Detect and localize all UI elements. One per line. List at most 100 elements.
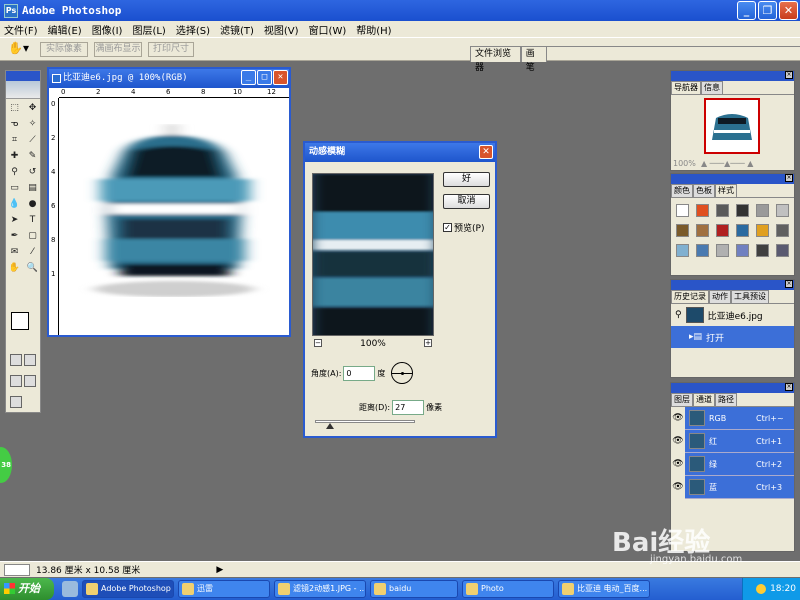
eye-icon[interactable]: 👁 <box>671 452 685 476</box>
doc-close-button[interactable]: ✕ <box>273 70 288 85</box>
palette-header[interactable]: × <box>671 71 794 81</box>
style-swatch[interactable] <box>696 204 709 217</box>
lasso-tool-icon[interactable]: ᓀ <box>7 117 22 132</box>
distance-slider-handle[interactable] <box>326 423 334 429</box>
pen-tool-icon[interactable]: ✒ <box>7 229 22 244</box>
ok-button[interactable]: 好 <box>443 172 490 187</box>
standard-mode-icon[interactable] <box>10 354 22 366</box>
actual-pixels-button[interactable]: 实际像素 <box>40 42 88 57</box>
navigator-zoom-slider[interactable]: ▲ ───▲─── ▲ <box>698 159 753 168</box>
slice-tool-icon[interactable]: ⟋ <box>25 133 40 148</box>
filter-preview[interactable] <box>312 173 434 336</box>
dialog-title-bar[interactable]: 动感模糊 ✕ <box>305 143 495 162</box>
tab-navigator[interactable]: 导航器 <box>671 81 701 94</box>
palette-close-icon[interactable]: × <box>785 174 793 182</box>
fit-on-screen-button[interactable]: 满画布显示 <box>94 42 142 57</box>
eraser-tool-icon[interactable]: ▭ <box>7 181 22 196</box>
style-swatch[interactable] <box>736 204 749 217</box>
tab-styles[interactable]: 样式 <box>715 184 737 197</box>
distance-input[interactable]: 27 <box>392 400 425 415</box>
palette-close-icon[interactable]: × <box>785 383 793 391</box>
zoom-in-button[interactable]: + <box>424 339 432 347</box>
style-swatch[interactable] <box>756 204 769 217</box>
tab-info[interactable]: 信息 <box>701 81 723 94</box>
menu-view[interactable]: 视图(V) <box>264 22 299 37</box>
cancel-button[interactable]: 取消 <box>443 194 490 209</box>
shape-tool-icon[interactable]: ▢ <box>25 229 40 244</box>
style-swatch[interactable] <box>716 244 729 257</box>
menu-help[interactable]: 帮助(H) <box>356 22 391 37</box>
print-size-button[interactable]: 打印尺寸 <box>148 42 194 57</box>
brush-tool-icon[interactable]: ✎ <box>25 149 40 164</box>
palette-header[interactable]: × <box>671 174 794 184</box>
palette-close-icon[interactable]: × <box>785 71 793 79</box>
history-state-open[interactable]: ▸▤ 打开 <box>671 326 794 348</box>
tab-channels[interactable]: 通道 <box>693 393 715 406</box>
history-snapshot[interactable]: ⚲ 比亚迪e6.jpg <box>671 304 794 326</box>
style-swatch[interactable] <box>676 204 689 217</box>
zoom-tool-icon[interactable]: 🔍 <box>25 261 40 276</box>
menu-select[interactable]: 选择(S) <box>176 22 210 37</box>
menu-file[interactable]: 文件(F) <box>4 22 38 37</box>
toolbox-header[interactable] <box>6 71 40 81</box>
palette-close-icon[interactable]: × <box>785 280 793 288</box>
style-swatch[interactable] <box>676 224 689 237</box>
foreground-color-swatch[interactable] <box>11 312 29 330</box>
restore-button[interactable]: ❐ <box>758 1 777 20</box>
preview-checkbox[interactable]: ✓ <box>443 223 452 232</box>
gradient-tool-icon[interactable]: ▤ <box>25 181 40 196</box>
navigator-thumbnail[interactable] <box>704 98 760 154</box>
hand-icon[interactable]: ✋▾ <box>8 41 36 57</box>
style-swatch[interactable] <box>716 224 729 237</box>
dodge-tool-icon[interactable]: ● <box>25 197 40 212</box>
menu-edit[interactable]: 编辑(E) <box>48 22 82 37</box>
style-swatch[interactable] <box>736 224 749 237</box>
channel-row[interactable]: 👁 蓝 Ctrl+3 <box>671 475 794 499</box>
preview-checkbox-row[interactable]: ✓ 预览(P) <box>443 221 484 234</box>
image-canvas[interactable] <box>60 99 288 334</box>
angle-input[interactable]: 0 <box>343 366 376 381</box>
menu-window[interactable]: 窗口(W) <box>309 22 347 37</box>
style-swatch[interactable] <box>676 244 689 257</box>
channel-row[interactable]: 👁 RGB Ctrl+~ <box>671 406 794 430</box>
tab-history[interactable]: 历史记录 <box>671 290 709 303</box>
style-swatch[interactable] <box>696 224 709 237</box>
task-photo-folder[interactable]: Photo <box>462 580 554 598</box>
channel-row[interactable]: 👁 红 Ctrl+1 <box>671 429 794 453</box>
eye-icon[interactable]: 👁 <box>671 429 685 453</box>
minimize-button[interactable]: _ <box>737 1 756 20</box>
angle-dial[interactable] <box>391 362 413 384</box>
style-swatch[interactable] <box>776 224 789 237</box>
distance-slider[interactable] <box>315 420 415 429</box>
style-swatch[interactable] <box>776 204 789 217</box>
history-brush-icon[interactable]: ↺ <box>25 165 40 180</box>
style-swatch[interactable] <box>776 244 789 257</box>
task-image-viewer[interactable]: 滤镜2动感1.JPG - ... <box>274 580 366 598</box>
dialog-close-icon[interactable]: ✕ <box>479 145 493 159</box>
tab-brushes[interactable]: 画笔 <box>520 46 547 73</box>
tab-color[interactable]: 颜色 <box>671 184 693 197</box>
type-tool-icon[interactable]: T <box>25 213 40 228</box>
close-button[interactable]: ✕ <box>779 1 798 20</box>
tab-tool-presets[interactable]: 工具预设 <box>731 290 769 303</box>
task-photoshop[interactable]: Adobe Photoshop <box>82 580 174 598</box>
menu-layer[interactable]: 图层(L) <box>132 22 165 37</box>
full-screen-menu-icon[interactable] <box>24 375 36 387</box>
notes-tool-icon[interactable]: ✉ <box>7 245 22 260</box>
clone-stamp-icon[interactable]: ⚲ <box>7 165 22 180</box>
tab-actions[interactable]: 动作 <box>709 290 731 303</box>
jump-to-imageready-icon[interactable] <box>10 396 22 408</box>
standard-screen-icon[interactable] <box>10 375 22 387</box>
channel-row[interactable]: 👁 绿 Ctrl+2 <box>671 452 794 476</box>
quick-mask-icon[interactable] <box>24 354 36 366</box>
eyedropper-icon[interactable]: ⁄ <box>25 245 40 260</box>
status-menu-arrow-icon[interactable]: ▶ <box>216 565 223 575</box>
style-swatch[interactable] <box>696 244 709 257</box>
task-baidu-folder[interactable]: baidu <box>370 580 458 598</box>
crop-tool-icon[interactable]: ⌗ <box>7 133 22 148</box>
tab-layers[interactable]: 图层 <box>671 393 693 406</box>
menu-image[interactable]: 图像(I) <box>92 22 123 37</box>
task-browser[interactable]: 比亚迪 电动_百度... <box>558 580 650 598</box>
style-swatch[interactable] <box>756 224 769 237</box>
blur-tool-icon[interactable]: 💧 <box>7 197 22 212</box>
